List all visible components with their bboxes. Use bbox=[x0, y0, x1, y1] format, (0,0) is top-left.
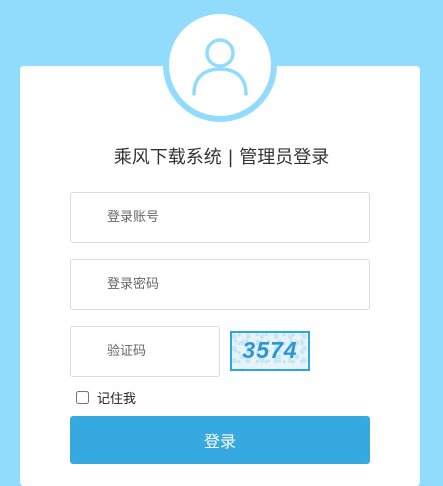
password-input[interactable] bbox=[70, 259, 370, 310]
remember-me[interactable]: 记住我 bbox=[76, 388, 137, 407]
remember-label: 记住我 bbox=[97, 391, 137, 407]
remember-checkbox[interactable] bbox=[76, 390, 89, 404]
page-title: 乘风下载系统 | 管理员登录 bbox=[113, 147, 330, 168]
username-input[interactable] bbox=[70, 192, 370, 243]
user-icon bbox=[192, 38, 248, 96]
avatar-circle bbox=[169, 14, 271, 116]
captcha-input[interactable] bbox=[70, 326, 220, 377]
captcha-code: 3574 bbox=[242, 337, 298, 363]
avatar bbox=[163, 8, 277, 122]
login-button[interactable]: 登录 bbox=[70, 416, 370, 464]
captcha-image[interactable]: 3574 bbox=[230, 331, 310, 371]
